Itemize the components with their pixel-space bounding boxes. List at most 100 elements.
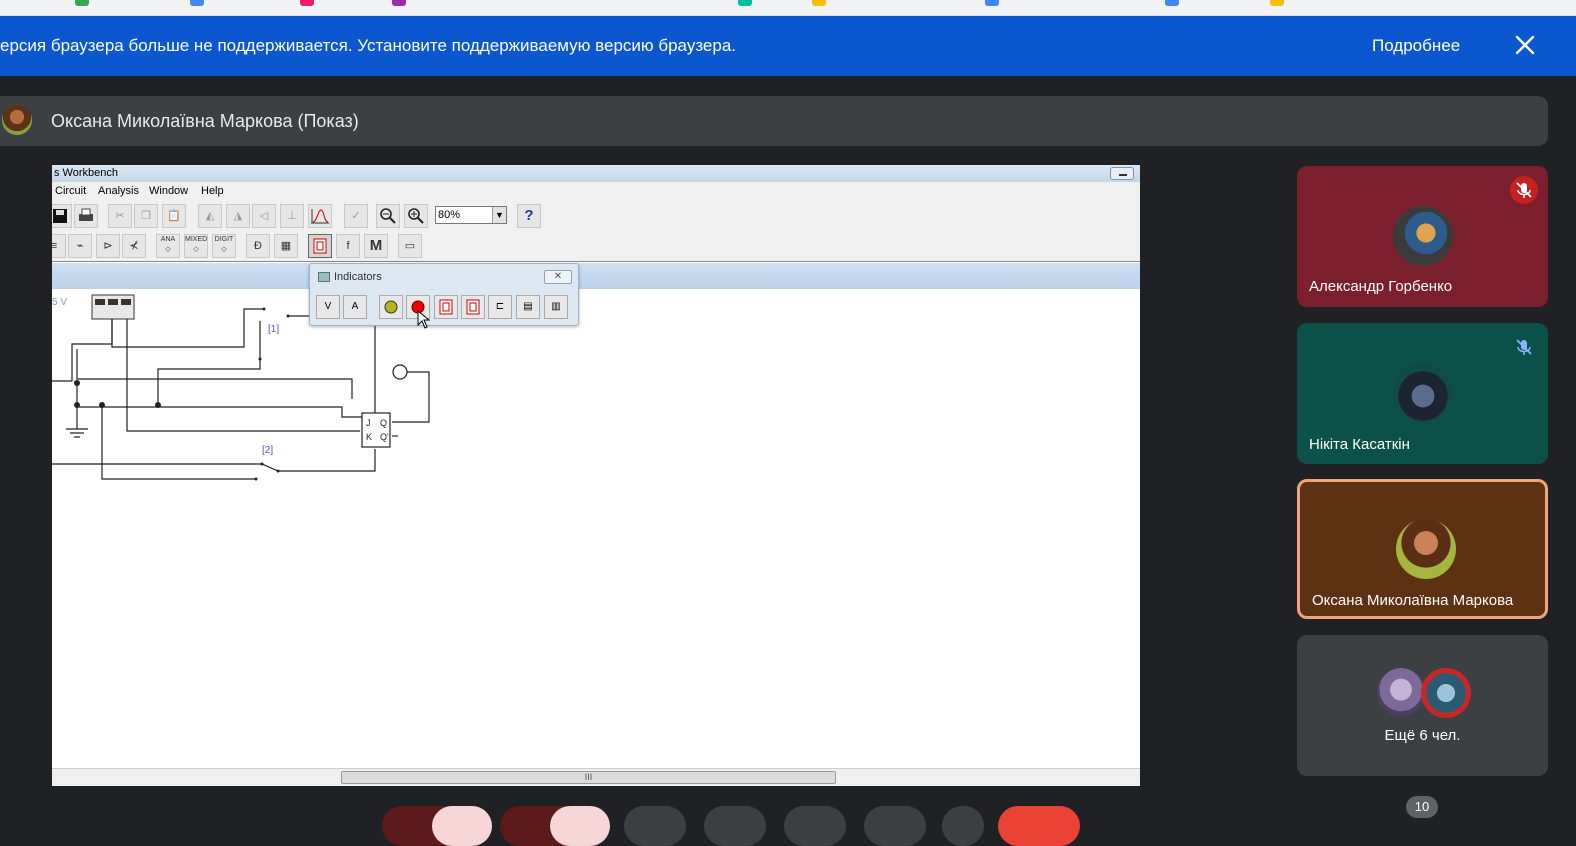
presenter-bar: Оксана Миколаївна Маркова (Показ): [0, 96, 1548, 146]
logic-gates-bin-icon[interactable]: Ð: [246, 234, 270, 258]
learn-more-link[interactable]: Подробнее: [1372, 36, 1460, 56]
leave-call-button[interactable]: [998, 806, 1080, 846]
raise-hand-button[interactable]: [864, 806, 926, 846]
reactions-button[interactable]: [704, 806, 766, 846]
more-options-button[interactable]: [942, 806, 984, 846]
menu-analysis[interactable]: Analysis: [98, 182, 139, 201]
paste-icon[interactable]: 📋: [162, 204, 186, 228]
avatar: [1393, 363, 1453, 423]
participant-name: Оксана Миколаївна Маркова: [1312, 592, 1514, 609]
menu-bar: Circuit Analysis Window Help: [52, 182, 1140, 201]
wires: [52, 308, 430, 480]
bookmark-icon[interactable]: [75, 0, 89, 6]
indicators-panel[interactable]: Indicators ✕ V A ⊏ ▤ ▥: [309, 263, 579, 329]
bulb-icon[interactable]: [379, 295, 403, 319]
copy-icon[interactable]: ❐: [134, 204, 158, 228]
analysis-icon[interactable]: ✓: [344, 204, 368, 228]
parts-bin-band: [52, 263, 1140, 289]
transistors-bin-icon[interactable]: ⊀: [122, 234, 146, 258]
mic-off-icon: [432, 806, 492, 846]
svg-text:Q': Q': [380, 432, 389, 442]
avatar: [1396, 519, 1456, 579]
digital-bin-icon[interactable]: ▦: [274, 234, 298, 258]
zoom-value: 80%: [438, 209, 461, 221]
bookmark-icon[interactable]: [392, 0, 406, 6]
zoom-in-icon[interactable]: [404, 204, 428, 228]
participant-tile-active-speaker[interactable]: Оксана Миколаївна Маркова: [1297, 479, 1548, 619]
participant-name: Александр Горбенко: [1309, 278, 1453, 295]
voltage-label: 5 V: [52, 297, 67, 308]
avatar: [1421, 668, 1471, 718]
bookmark-icon[interactable]: [190, 0, 204, 6]
zoom-select[interactable]: 80% ▼: [435, 206, 507, 224]
participant-tile[interactable]: Александр Горбенко: [1297, 166, 1548, 307]
unsupported-browser-banner: ерсия браузера больше не поддерживается.…: [0, 16, 1576, 76]
flip-vertical-icon[interactable]: ◁: [252, 204, 276, 228]
save-icon[interactable]: [52, 204, 72, 228]
more-participants-tile[interactable]: Ещё 6 чел.: [1297, 635, 1548, 776]
ammeter-icon[interactable]: A: [343, 295, 367, 319]
window-title: s Workbench: [54, 167, 118, 179]
bookmark-icon[interactable]: [812, 0, 826, 6]
bookmark-icon[interactable]: [985, 0, 999, 6]
parts-bin-toolbar: ≡ ⌁ ⊳ ⊀ ANA ◇ MIXED ◇ DIGIT ◇ Ð ▦ f M ▭: [52, 231, 1140, 262]
graph-icon[interactable]: [308, 204, 332, 228]
banner-message: ерсия браузера больше не поддерживается.…: [0, 36, 737, 55]
voltmeter-icon[interactable]: V: [316, 295, 340, 319]
captions-button[interactable]: [624, 806, 686, 846]
seven-segment-display-icon[interactable]: [434, 295, 458, 319]
word-generator[interactable]: [91, 294, 135, 320]
diodes-bin-icon[interactable]: ⊳: [96, 234, 120, 258]
chevron-down-icon[interactable]: ▼: [492, 207, 506, 223]
menu-window[interactable]: Window: [149, 182, 188, 201]
analog-ics-bin-icon[interactable]: ANA ◇: [156, 234, 180, 258]
flip-horizontal-icon[interactable]: ◮: [226, 204, 250, 228]
bookmark-icon[interactable]: [738, 0, 752, 6]
print-icon[interactable]: [74, 204, 98, 228]
switch-label-2: [2]: [262, 445, 273, 456]
menu-help[interactable]: Help: [201, 182, 224, 201]
buzzer-icon[interactable]: ⊏: [488, 295, 512, 319]
minimize-button[interactable]: [1110, 167, 1134, 180]
svg-text:J: J: [366, 418, 371, 428]
avatar: [1377, 668, 1425, 716]
mixed-ics-bin-icon[interactable]: MIXED ◇: [184, 234, 208, 258]
digital-ics-bin-icon[interactable]: DIGIT ◇: [212, 234, 236, 258]
present-button[interactable]: [784, 806, 846, 846]
panel-icon: [318, 272, 330, 282]
bookmark-icon[interactable]: [1270, 0, 1284, 6]
menu-circuit[interactable]: Circuit: [55, 182, 86, 201]
basic-bin-icon[interactable]: ⌁: [68, 234, 92, 258]
indicators-bin-icon[interactable]: [308, 234, 332, 258]
zoom-out-icon[interactable]: [376, 204, 400, 228]
wire-junctions: [74, 307, 290, 481]
bookmark-icon[interactable]: [300, 0, 314, 6]
camera-off-icon: [550, 806, 610, 846]
switch-label-1: [1]: [268, 324, 279, 335]
svg-text:K: K: [366, 432, 372, 442]
mic-off-icon: [1510, 333, 1538, 361]
close-icon[interactable]: ✕: [544, 270, 572, 284]
indicators-panel-title: Indicators: [334, 271, 382, 283]
svg-text:Q: Q: [380, 418, 387, 428]
mouse-cursor-icon: [417, 310, 431, 329]
decoded-bargraph-icon[interactable]: ▥: [544, 295, 568, 319]
sources-bin-icon[interactable]: ≡: [52, 234, 66, 258]
more-participants-label: Ещё 6 чел.: [1384, 727, 1461, 744]
controls-bin-icon[interactable]: f: [336, 234, 360, 258]
avatar: [2, 105, 32, 135]
decoded-display-icon[interactable]: [461, 295, 485, 319]
miscellaneous-bin-icon[interactable]: M: [364, 234, 388, 258]
bookmark-icon[interactable]: [1165, 0, 1179, 6]
horizontal-scrollbar[interactable]: III: [52, 768, 1140, 786]
close-icon[interactable]: [1510, 30, 1540, 60]
rotate-icon[interactable]: ◭: [198, 204, 222, 228]
scrollbar-thumb[interactable]: III: [341, 771, 836, 784]
help-button[interactable]: ?: [517, 204, 541, 228]
bargraph-icon[interactable]: ▤: [516, 295, 540, 319]
instruments-bin-icon[interactable]: ▭: [398, 234, 422, 258]
participant-count-badge: 10: [1406, 796, 1438, 818]
cut-icon[interactable]: ✂: [108, 204, 132, 228]
component-properties-icon[interactable]: ⊥: [280, 204, 304, 228]
participant-tile[interactable]: Нікіта Касаткін: [1297, 323, 1548, 464]
